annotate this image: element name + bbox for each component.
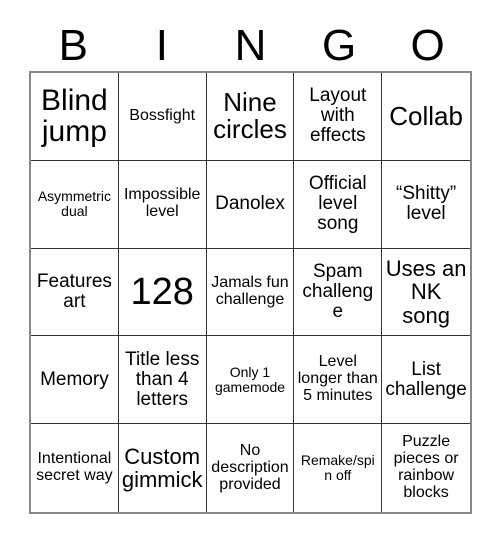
bingo-cell[interactable]: Only 1 gamemode xyxy=(206,336,295,425)
bingo-cell[interactable]: Puzzle pieces or rainbow blocks xyxy=(382,424,470,512)
bingo-cell[interactable]: Impossible level xyxy=(118,160,207,249)
bingo-cell-label: Jamals fun challenge xyxy=(211,274,289,308)
bingo-cell[interactable]: Memory xyxy=(31,336,119,425)
bingo-cell[interactable]: Features art xyxy=(31,248,119,337)
bingo-header-letter-i: I xyxy=(155,21,168,70)
bingo-cell-label: Blind jump xyxy=(41,83,108,149)
bingo-cell-label: Title less than 4 letters xyxy=(125,348,200,410)
bingo-cell[interactable]: List challenge xyxy=(382,336,470,425)
bingo-cell-label: Layout with effects xyxy=(309,85,367,147)
bingo-cell-label: Spam challenge xyxy=(302,260,374,323)
bingo-cell-label: 128 xyxy=(130,270,194,313)
bingo-cell-label: Uses an NK song xyxy=(385,256,467,328)
bingo-header-letter-b: B xyxy=(58,21,88,70)
bingo-cell[interactable]: “Shitty” level xyxy=(382,160,470,249)
bingo-cell-label: Asymmetric dual xyxy=(37,188,111,220)
bingo-cell-label: Puzzle pieces or rainbow blocks xyxy=(393,433,459,502)
bingo-cell[interactable]: Title less than 4 letters xyxy=(118,336,207,425)
bingo-cell-label: Collab xyxy=(389,100,463,131)
bingo-cell-label: Only 1 gamemode xyxy=(214,363,286,395)
bingo-cell[interactable]: Intentional secret way xyxy=(31,424,119,512)
bingo-cell[interactable]: Layout with effects xyxy=(294,73,383,161)
bingo-cell[interactable]: Bossfight xyxy=(118,73,207,161)
bingo-cell[interactable]: Nine circles xyxy=(206,73,295,161)
bingo-card: B I N G O Blind jump Bossfight Nine circ… xyxy=(0,0,500,544)
bingo-header-letter-o: O xyxy=(410,21,445,70)
bingo-grid: Blind jump Bossfight Nine circles Layout… xyxy=(29,71,472,514)
bingo-cell-label: Custom gimmick xyxy=(121,443,203,493)
bingo-cell[interactable]: Jamals fun challenge xyxy=(206,248,295,337)
bingo-cell[interactable]: Collab xyxy=(382,73,470,161)
bingo-cell[interactable]: 128 xyxy=(118,248,207,337)
bingo-cell[interactable]: Uses an NK song xyxy=(382,248,470,337)
bingo-cell-label: Danolex xyxy=(215,193,285,215)
bingo-cell-label: Bossfight xyxy=(129,106,196,124)
bingo-cell[interactable]: Spam challenge xyxy=(294,248,383,337)
bingo-cell[interactable]: No description provided xyxy=(206,424,295,512)
bingo-header-letter-n: N xyxy=(234,21,267,70)
bingo-header-row: B I N G O xyxy=(29,8,472,70)
bingo-header-letter-g: G xyxy=(321,21,357,70)
bingo-cell-label: Nine circles xyxy=(213,86,287,145)
bingo-cell[interactable]: Level longer than 5 minutes xyxy=(294,336,383,425)
bingo-cell[interactable]: Danolex xyxy=(206,160,295,249)
bingo-cell-label: Memory xyxy=(40,368,109,390)
bingo-cell-label: Features art xyxy=(36,270,112,312)
bingo-cell-label: Remake/spin off xyxy=(300,452,375,484)
bingo-cell[interactable]: Remake/spin off xyxy=(294,424,383,512)
bingo-cell[interactable]: Custom gimmick xyxy=(118,424,207,512)
bingo-cell-label: Intentional secret way xyxy=(36,450,113,485)
bingo-cell-label: “Shitty” level xyxy=(396,183,457,225)
bingo-cell[interactable]: Asymmetric dual xyxy=(31,160,119,249)
bingo-cell[interactable]: Official level song xyxy=(294,160,383,249)
bingo-cell-label: Impossible level xyxy=(123,186,201,221)
bingo-cell-label: No description provided xyxy=(211,441,289,493)
bingo-cell-label: Official level song xyxy=(308,173,367,235)
bingo-cell[interactable]: Blind jump xyxy=(31,73,119,161)
bingo-cell-label: Level longer than 5 minutes xyxy=(297,353,378,405)
bingo-cell-label: List challenge xyxy=(385,358,467,400)
